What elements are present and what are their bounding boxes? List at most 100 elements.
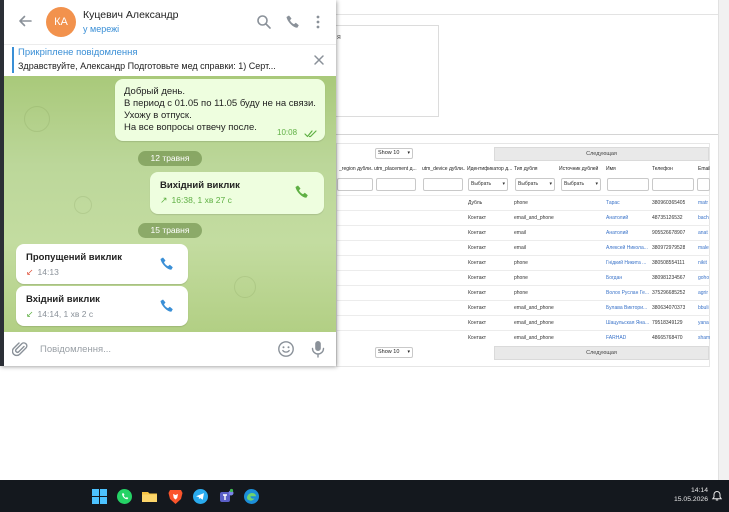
column-header[interactable]: Источник дублей — [559, 166, 603, 172]
table-row[interactable]: Контакт email Алексей Никола... 38097297… — [337, 240, 710, 255]
filter-input[interactable] — [697, 178, 710, 191]
more-options-icon[interactable] — [310, 14, 326, 30]
clock-time: 14:14 — [690, 487, 708, 494]
column-header[interactable]: utm_placement д... — [374, 166, 421, 172]
info-card-text: я — [337, 34, 341, 41]
table-row[interactable]: Контакт email_and_phone Анатолий 4873512… — [337, 210, 710, 225]
filter-input[interactable] — [423, 178, 463, 191]
chevron-down-icon: ▾ — [502, 181, 505, 187]
screen: я Show 10 ▾ Следующая _region дубли... ut… — [0, 0, 729, 512]
missed-call-bubble[interactable]: Пропущений виклик ↙ 14:13 — [16, 244, 188, 284]
table-row[interactable]: Контакт email_and_phone Шацульская Яна..… — [337, 315, 710, 330]
filter-select[interactable]: Выбрать ▾ — [561, 178, 601, 191]
table-cell-link[interactable]: FARHAD — [606, 335, 650, 341]
pinned-message[interactable]: Прикріплене повідомлення Здравствуйте, А… — [4, 44, 336, 76]
table-cell-link[interactable]: Булава Виктори... — [606, 305, 650, 311]
microphone-icon[interactable] — [310, 340, 326, 358]
column-header[interactable]: Телефон — [652, 166, 696, 172]
message-input[interactable] — [40, 341, 260, 357]
next-page-button[interactable]: Следующая — [494, 147, 709, 161]
emoji-icon[interactable] — [277, 340, 295, 358]
contact-name[interactable]: Куцевич Александр — [83, 9, 178, 21]
outgoing-call-bubble[interactable]: Вихідний виклик ↗ 16:38, 1 хв 27 с — [150, 172, 324, 214]
page-scrollbar[interactable] — [718, 0, 729, 480]
telegram-icon[interactable] — [192, 488, 209, 505]
phone-icon[interactable] — [294, 184, 310, 200]
table-row[interactable]: Дубль phone Тарас 380960365405 matr — [337, 195, 710, 210]
table-row[interactable]: Контакт email_and_phone FARHAD 486657684… — [337, 330, 710, 345]
page-size-select[interactable]: Show 10 ▾ — [375, 148, 413, 159]
search-icon[interactable] — [256, 14, 272, 30]
column-header[interactable]: Идентификатор д... — [467, 166, 512, 172]
table-cell-link[interactable]: Алексей Никола... — [606, 245, 650, 251]
chevron-down-icon: ▾ — [407, 349, 410, 355]
table-cell: Контакт — [468, 245, 487, 251]
table-cell-link[interactable]: Волох Руслан Ге... — [606, 290, 650, 296]
phone-icon[interactable] — [285, 14, 301, 30]
table-cell: Контакт — [468, 215, 487, 221]
chat-area[interactable]: Добрый день. В период с 01.05 по 11.05 б… — [4, 76, 336, 332]
column-header[interactable]: utm_device дубли... — [422, 166, 465, 172]
table-cell-link[interactable]: Шацульская Яна... — [606, 320, 650, 326]
filter-input[interactable] — [337, 178, 373, 191]
filter-input[interactable] — [376, 178, 416, 191]
edge-browser-icon[interactable] — [243, 488, 260, 505]
divider — [336, 14, 729, 15]
brave-browser-icon[interactable] — [167, 488, 184, 505]
date-separator: 15 травня — [138, 223, 202, 238]
filter-select-label: Выбрать — [564, 181, 585, 187]
table-cell-link[interactable]: goho — [698, 275, 710, 281]
filter-input[interactable] — [607, 178, 649, 191]
table-cell-link[interactable]: Анатолий — [606, 215, 650, 221]
system-clock[interactable]: 14:14 15.05.2026 — [640, 486, 708, 504]
table-cell-link[interactable]: Богдан — [606, 275, 650, 281]
table-row[interactable]: Контакт email Анатолий 905526678907 anat — [337, 225, 710, 240]
table-row[interactable]: Контакт phone Гнідкий Никита ... 3805085… — [337, 255, 710, 270]
table-cell-link[interactable]: Тарас — [606, 200, 650, 206]
table-row[interactable]: Контакт email_and_phone Булава Виктори..… — [337, 300, 710, 315]
divider — [336, 134, 718, 135]
table-cell-link[interactable]: anat — [698, 230, 710, 236]
table-cell-link[interactable]: Анатолий — [606, 230, 650, 236]
avatar[interactable]: КА — [46, 7, 76, 37]
column-header[interactable]: Тип дубля — [514, 166, 556, 172]
table-cell-link[interactable]: bach — [698, 215, 710, 221]
next-page-button[interactable]: Следующая — [494, 346, 709, 360]
table-cell-link[interactable]: agrir — [698, 290, 710, 296]
outgoing-arrow-icon: ↗ — [160, 195, 168, 205]
column-header[interactable]: _region дубли... — [339, 166, 373, 172]
column-header[interactable]: Email — [698, 166, 710, 172]
table-cell-link[interactable]: yana — [698, 320, 710, 326]
filter-select[interactable]: Выбрать ▾ — [515, 178, 555, 191]
table-cell: email_and_phone — [514, 215, 554, 221]
windows-start-icon[interactable] — [91, 488, 108, 505]
teams-icon[interactable] — [218, 488, 235, 505]
phone-icon[interactable] — [159, 298, 175, 314]
table-cell: 380960365405 — [652, 200, 686, 206]
page-size-select[interactable]: Show 10 ▾ — [375, 347, 413, 358]
table-cell: phone — [514, 260, 528, 266]
close-icon[interactable] — [312, 53, 326, 67]
table-row[interactable]: Контакт phone Волох Руслан Ге... 3752966… — [337, 285, 710, 300]
filter-select[interactable]: Выбрать ▾ — [468, 178, 508, 191]
outgoing-message[interactable]: Добрый день. В период с 01.05 по 11.05 б… — [115, 79, 325, 141]
table-cell: Контакт — [468, 320, 487, 326]
notification-bell-icon[interactable] — [711, 490, 723, 502]
table-cell-link[interactable]: nikit — [698, 260, 710, 266]
incoming-call-bubble[interactable]: Вхідний виклик ↙ 14:14, 1 хв 2 с — [16, 286, 188, 326]
paperclip-icon[interactable] — [12, 341, 29, 358]
call-title: Пропущений виклик — [26, 252, 122, 263]
whatsapp-icon[interactable] — [116, 488, 133, 505]
table-cell-link[interactable]: matr — [698, 200, 710, 206]
table-cell-link[interactable]: male — [698, 245, 710, 251]
table-cell-link[interactable]: bbuli — [698, 305, 710, 311]
table-cell-link[interactable]: sham — [698, 335, 710, 341]
phone-icon[interactable] — [159, 256, 175, 272]
file-explorer-icon[interactable] — [141, 488, 158, 505]
filter-input[interactable] — [652, 178, 694, 191]
table-row[interactable]: Контакт phone Богдан 380981234567 goho — [337, 270, 710, 285]
column-header[interactable]: Имя — [606, 166, 650, 172]
table-cell-link[interactable]: Гнідкий Никита ... — [606, 260, 650, 266]
page-size-label: Show 10 — [378, 349, 400, 355]
back-arrow-icon[interactable] — [16, 12, 34, 30]
